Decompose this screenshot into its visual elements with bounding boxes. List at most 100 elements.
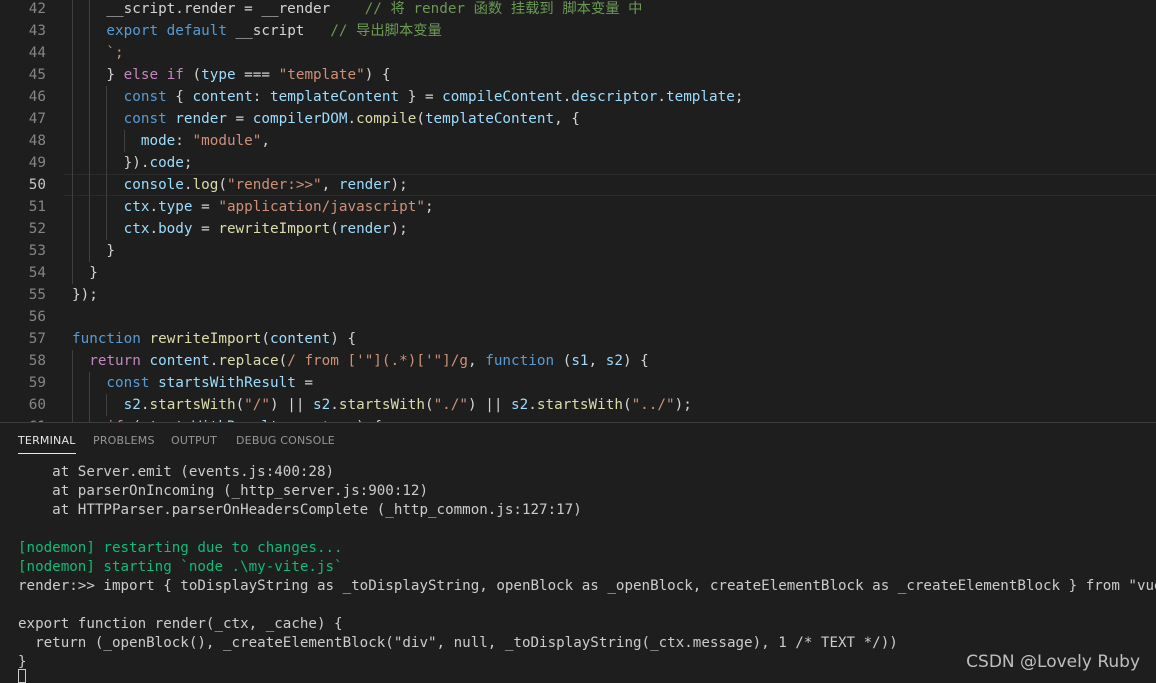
code-token: render: [338, 177, 391, 193]
code-token: startsWithResult: [158, 375, 296, 391]
panel-tabs: TERMINAL PROBLEMS OUTPUT DEBUG CONSOLE: [0, 423, 1156, 459]
code-token: const: [72, 89, 167, 105]
code-token: startsWith: [338, 397, 425, 413]
tab-problems[interactable]: PROBLEMS: [93, 434, 155, 447]
code-line[interactable]: 48 mode: "module",: [0, 130, 1156, 152]
tab-terminal[interactable]: TERMINAL: [18, 434, 76, 454]
code-token: function: [72, 331, 141, 347]
code-text: mode: "module",: [72, 130, 270, 152]
code-token: (: [330, 221, 339, 237]
code-line[interactable]: 50 console.log("render:>>", render);: [0, 174, 1156, 196]
line-number: 49: [28, 155, 46, 171]
terminal-line: render:>> import { toDisplayString as _t…: [18, 578, 1156, 594]
code-token: .: [183, 177, 193, 193]
code-token: (: [218, 177, 227, 193]
code-text: export default __script // 导出脚本变量: [72, 20, 442, 42]
line-number: 57: [28, 331, 46, 347]
line-number: 46: [28, 89, 46, 105]
code-token: .: [347, 111, 357, 127]
code-token: =: [295, 375, 314, 391]
code-token: =: [192, 199, 219, 215]
code-token: s1: [571, 353, 589, 369]
code-token: ;: [734, 89, 744, 105]
line-number: 58: [28, 353, 46, 369]
code-token: (: [622, 397, 632, 413]
line-number: 59: [28, 375, 46, 391]
tab-debug-console[interactable]: DEBUG CONSOLE: [236, 434, 335, 447]
code-text: ctx.type = "application/javascript";: [72, 196, 434, 218]
code-token: startsWith: [536, 397, 623, 413]
code-line[interactable]: 47 const render = compilerDOM.compile(te…: [0, 108, 1156, 130]
code-token: .: [562, 89, 572, 105]
code-token: __script.render = __render: [72, 1, 365, 17]
code-text: } else if (type === "template") {: [72, 64, 390, 86]
code-text: });: [72, 284, 98, 306]
code-token: return: [72, 353, 141, 369]
tab-output[interactable]: OUTPUT: [171, 434, 217, 447]
code-token: ) ||: [270, 397, 314, 413]
code-line[interactable]: 60 s2.startsWith("/") || s2.startsWith("…: [0, 394, 1156, 416]
code-token: ) ||: [468, 397, 512, 413]
code-line[interactable]: 59 const startsWithResult =: [0, 372, 1156, 394]
code-token: template: [665, 89, 735, 105]
code-token: body: [158, 221, 193, 237]
code-text: `;: [72, 42, 123, 64]
code-line[interactable]: 51 ctx.type = "application/javascript";: [0, 196, 1156, 218]
code-token: descriptor: [571, 89, 658, 105]
code-line[interactable]: 46 const { content: templateContent } = …: [0, 86, 1156, 108]
code-token: s2: [605, 353, 623, 369]
line-number: 44: [28, 45, 46, 61]
code-token: replace: [218, 353, 279, 369]
code-token: type: [201, 67, 236, 83]
code-line[interactable]: 56: [0, 306, 1156, 328]
code-token: (: [554, 353, 572, 369]
code-line[interactable]: 43 export default __script // 导出脚本变量: [0, 20, 1156, 42]
code-line[interactable]: 49 }).code;: [0, 152, 1156, 174]
code-token: ctx: [72, 199, 150, 215]
code-token: type: [158, 199, 193, 215]
code-token: s2: [511, 397, 529, 413]
code-token: compilerDOM: [252, 111, 348, 127]
terminal-line: return (_openBlock(), _createElementBloc…: [18, 635, 898, 651]
code-text: const startsWithResult =: [72, 372, 313, 394]
code-line[interactable]: 42 __script.render = __render // 将 rende…: [0, 0, 1156, 20]
code-text: }: [72, 262, 98, 284]
code-token: compileContent: [442, 89, 563, 105]
line-number: 56: [28, 309, 46, 325]
code-line[interactable]: 52 ctx.body = rewriteImport(render);: [0, 218, 1156, 240]
code-line[interactable]: 54 }: [0, 262, 1156, 284]
code-line[interactable]: 53 }: [0, 240, 1156, 262]
code-token: } =: [399, 89, 443, 105]
code-token: (: [278, 353, 288, 369]
code-token: console: [72, 177, 184, 193]
code-line[interactable]: 55});: [0, 284, 1156, 306]
code-token: s2: [72, 397, 141, 413]
code-text: s2.startsWith("/") || s2.startsWith("./"…: [72, 394, 692, 416]
code-line[interactable]: 58 return content.replace(/ from ['"](.*…: [0, 350, 1156, 372]
line-number: 51: [28, 199, 46, 215]
terminal-line: [nodemon] starting `node .\my-vite.js`: [18, 559, 343, 575]
code-token: "module": [192, 133, 262, 149]
code-token: ,: [321, 177, 339, 193]
code-token: ) {: [330, 331, 357, 347]
code-token: , {: [554, 111, 580, 127]
line-number: 47: [28, 111, 46, 127]
terminal-line: export function render(_ctx, _cache) {: [18, 616, 343, 632]
code-editor[interactable]: 42 __script.render = __render // 将 rende…: [0, 0, 1156, 422]
code-token: code: [149, 155, 184, 171]
code-token: s2: [313, 397, 331, 413]
line-number: 48: [28, 133, 46, 149]
code-token: "render:>>": [226, 177, 322, 193]
code-line[interactable]: 45 } else if (type === "template") {: [0, 64, 1156, 86]
code-token: // 导出脚本变量: [330, 23, 442, 39]
code-token: compile: [356, 111, 417, 127]
code-token: ;: [424, 199, 434, 215]
code-token: =: [226, 111, 253, 127]
code-token: .: [657, 89, 666, 105]
code-line[interactable]: 44 `;: [0, 42, 1156, 64]
code-line[interactable]: 57 function rewriteImport(content) {: [0, 328, 1156, 350]
code-token: render: [175, 111, 227, 127]
code-token: content: [149, 353, 210, 369]
code-token: }: [72, 243, 116, 259]
